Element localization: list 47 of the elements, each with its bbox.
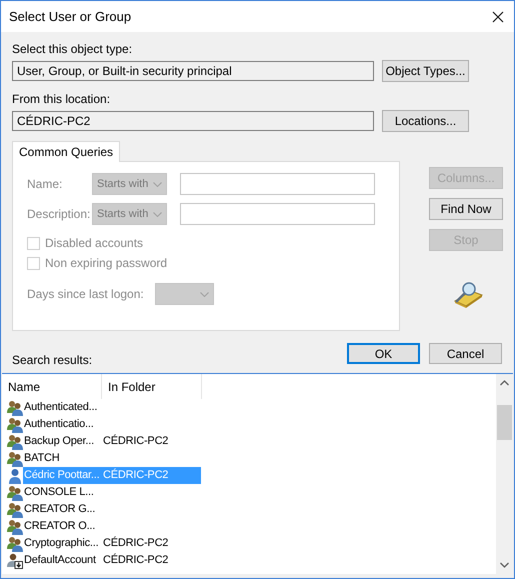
user-group-icon [7,450,23,466]
query-input[interactable] [180,173,375,195]
location-field: CÉDRIC-PC2 [12,111,374,131]
user-icon [7,468,23,484]
query-input[interactable] [180,203,375,225]
dropdown-caret-icon [153,212,162,216]
result-row[interactable]: CREATOR O... [23,518,201,535]
user-download-icon [7,552,23,568]
object-type-field: User, Group, or Built-in security principal [12,61,374,81]
user-group-icon [7,484,23,500]
field-label: Select this object type: [12,42,134,57]
results-label: Search results: [12,353,92,368]
user-group-icon [7,536,23,552]
result-row[interactable]: BATCH [23,450,201,467]
close-icon[interactable] [492,10,504,22]
user-group-icon [7,502,23,518]
dialog-button[interactable]: Cancel [429,343,502,364]
dropdown-caret-icon [200,292,209,296]
query-label: Name: [27,177,64,191]
locations-button[interactable]: Locations... [382,110,469,132]
user-group-icon [7,400,23,416]
result-row[interactable]: Cryptographic... CÉDRIC-PC2 [23,535,201,552]
scrollbar[interactable] [496,374,513,574]
days-dropdown[interactable] [154,283,214,305]
scrollbar-thumb[interactable] [497,405,512,440]
scroll-up-icon[interactable] [500,380,509,386]
checkbox-label: Disabled accounts [45,236,144,250]
checkbox-label: Non expiring password [45,256,168,270]
query-label: Description: [27,207,92,221]
result-row[interactable]: Backup Oper... CÉDRIC-PC2 [23,433,201,450]
user-group-icon [7,434,23,450]
window-title: Select User or Group [9,9,132,24]
result-row[interactable]: Authenticatio... [23,416,201,433]
user-group-icon [7,518,23,534]
tab[interactable]: Common Queries [12,141,120,162]
dropdown-caret-icon [153,182,162,186]
result-row[interactable]: Authenticated... [23,399,201,416]
days-label: Days since last logon: [27,287,144,301]
scroll-down-icon[interactable] [500,562,509,568]
object-types-button[interactable]: Object Types... [382,60,469,82]
action-button[interactable]: Find Now [429,198,503,220]
result-row[interactable]: CONSOLE L... [23,484,201,501]
result-row[interactable]: CREATOR G... [23,501,201,518]
user-group-icon [7,416,23,432]
result-row[interactable]: DefaultAccount CÉDRIC-PC2 [23,552,201,569]
dialog-button[interactable]: OK [347,343,420,364]
field-label: From this location: [12,92,112,107]
